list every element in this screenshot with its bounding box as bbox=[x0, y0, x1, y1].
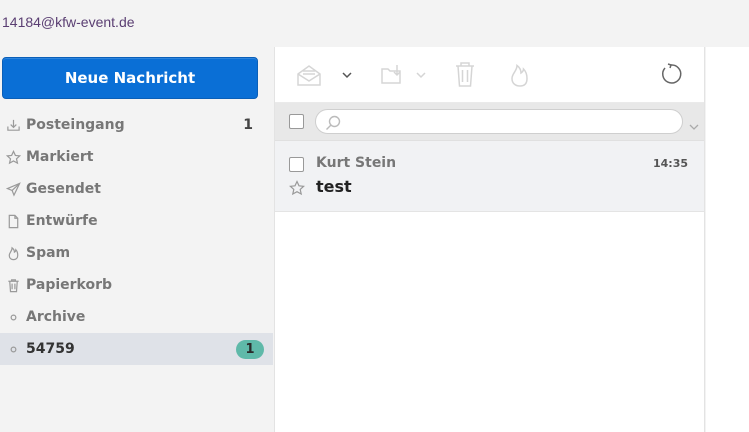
folder-label: Archive bbox=[26, 309, 86, 325]
folder-label: Entwürfe bbox=[26, 213, 98, 229]
account-email: 14184@kfw-event.de bbox=[2, 14, 135, 30]
draft-icon bbox=[5, 213, 21, 229]
message-sender: Kurt Stein bbox=[316, 155, 397, 171]
message-subject: test bbox=[316, 177, 352, 196]
folder-trash[interactable]: Papierkorb bbox=[0, 269, 273, 301]
select-all-checkbox[interactable] bbox=[289, 114, 304, 129]
inbox-icon bbox=[5, 117, 21, 133]
star-icon[interactable] bbox=[289, 180, 305, 200]
folder-label: Spam bbox=[26, 245, 71, 261]
folder-inbox[interactable]: Posteingang 1 bbox=[0, 109, 273, 141]
search-bar bbox=[275, 103, 704, 141]
reading-pane bbox=[706, 47, 749, 432]
message-checkbox[interactable] bbox=[289, 157, 304, 172]
folder-sent[interactable]: Gesendet bbox=[0, 173, 273, 205]
move-icon[interactable] bbox=[379, 61, 411, 89]
unread-badge: 1 bbox=[236, 340, 264, 359]
flame-icon bbox=[5, 245, 21, 261]
folder-label: Posteingang bbox=[26, 117, 125, 133]
message-toolbar bbox=[275, 47, 704, 103]
chevron-down-icon[interactable] bbox=[341, 69, 353, 81]
mark-read-icon[interactable] bbox=[295, 61, 323, 89]
folder-label: Markiert bbox=[26, 149, 94, 165]
message-time: 14:35 bbox=[652, 157, 688, 170]
send-icon bbox=[5, 181, 21, 197]
unread-count: 1 bbox=[243, 117, 253, 133]
refresh-icon[interactable] bbox=[661, 62, 683, 86]
spam-icon[interactable] bbox=[509, 61, 531, 89]
folder-54759[interactable]: 54759 1 bbox=[0, 333, 273, 365]
message-row[interactable]: Kurt Stein 14:35 test bbox=[275, 141, 704, 212]
message-list-pane: Kurt Stein 14:35 test bbox=[274, 47, 705, 432]
folder-list: Posteingang 1 Markiert Gesendet Entwürfe… bbox=[0, 109, 273, 365]
folder-archive[interactable]: Archive bbox=[0, 301, 273, 333]
folder-label: 54759 bbox=[26, 341, 75, 357]
move-chevron-icon[interactable] bbox=[415, 69, 427, 81]
folder-label: Papierkorb bbox=[26, 277, 113, 293]
folder-label: Gesendet bbox=[26, 181, 101, 197]
folder-dot-icon bbox=[5, 309, 21, 325]
trash-icon[interactable] bbox=[453, 61, 477, 89]
star-icon bbox=[5, 149, 21, 165]
search-input[interactable] bbox=[315, 109, 683, 134]
folder-drafts[interactable]: Entwürfe bbox=[0, 205, 273, 237]
folder-spam[interactable]: Spam bbox=[0, 237, 273, 269]
search-options-chevron-icon[interactable] bbox=[688, 117, 700, 136]
compose-button[interactable]: Neue Nachricht bbox=[2, 57, 258, 99]
folder-starred[interactable]: Markiert bbox=[0, 141, 273, 173]
trash-icon bbox=[5, 277, 21, 293]
search-icon bbox=[325, 115, 341, 135]
folder-dot-icon bbox=[5, 341, 21, 357]
